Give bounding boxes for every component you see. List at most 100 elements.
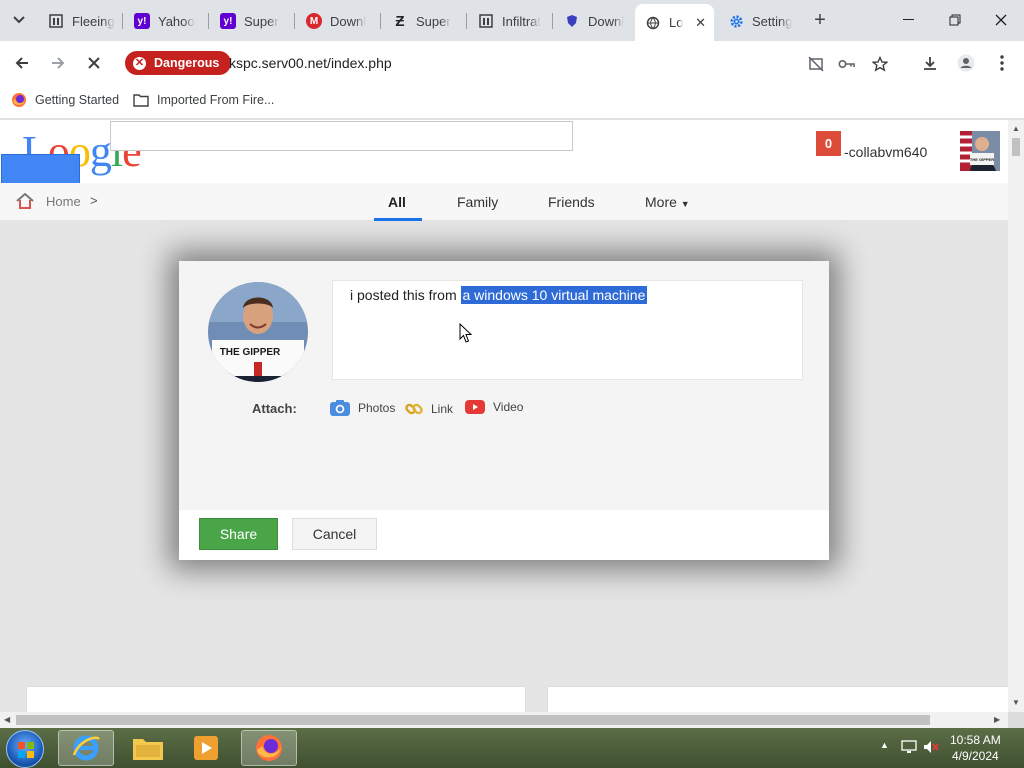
tab-title: Super (416, 13, 451, 29)
cast-blocked-icon[interactable] (807, 55, 825, 73)
stop-loading-button[interactable] (80, 49, 108, 77)
yahoo-icon: y! (134, 13, 150, 29)
feed-card (26, 686, 526, 712)
star-icon[interactable] (871, 55, 889, 73)
restore-button[interactable] (932, 6, 978, 34)
bookmarks-bar: Getting Started Imported From Fire... (0, 85, 1024, 119)
taskbar-internet-explorer[interactable] (58, 730, 114, 766)
header-blue-block[interactable] (1, 154, 80, 184)
tab-title: Yahoo (158, 13, 195, 29)
security-badge[interactable]: ✕ Dangerous (125, 51, 232, 75)
tab-family[interactable]: Family (457, 194, 498, 210)
scroll-right-arrow-icon[interactable]: ▶ (994, 715, 1000, 724)
post-text-input[interactable]: i posted this from a windows 10 virtual … (332, 280, 803, 380)
scroll-down-arrow-icon[interactable]: ▼ (1012, 698, 1020, 707)
page-icon (478, 13, 494, 29)
clock-date: 4/9/2024 (951, 749, 999, 763)
media-player-icon (194, 736, 218, 760)
firefox-icon (11, 92, 27, 108)
tab-title: Super (244, 13, 279, 29)
tab-title: Setting (752, 13, 793, 29)
page-viewport: Loogle 0 -collabvm640 THE GIPPER Home > … (0, 120, 1008, 712)
home-icon[interactable] (16, 192, 34, 212)
username[interactable]: -collabvm640 (844, 144, 927, 160)
scroll-left-arrow-icon[interactable]: ◀ (4, 715, 10, 724)
share-button[interactable]: Share (199, 518, 278, 550)
tab-more[interactable]: More ▼ (645, 194, 690, 210)
caret-down-icon: ▼ (680, 199, 690, 209)
download-icon (924, 57, 936, 70)
volume-muted-icon[interactable] (923, 740, 939, 757)
tab-6[interactable]: Downl (554, 6, 634, 36)
post-text-plain: i posted this from (350, 287, 461, 303)
bookmark-folder-imported[interactable]: Imported From Fire... (133, 92, 274, 108)
restore-icon (949, 14, 961, 26)
start-button[interactable] (6, 730, 44, 768)
attach-video-button[interactable]: Video (465, 400, 523, 414)
site-search-input[interactable] (110, 121, 573, 151)
forward-arrow-icon (52, 57, 65, 69)
attach-photos-button[interactable]: Photos (330, 400, 395, 416)
minimize-button[interactable] (886, 6, 932, 34)
new-tab-button[interactable]: + (808, 8, 832, 32)
attach-video-label: Video (493, 400, 524, 414)
tab-separator (380, 13, 381, 29)
tab-separator (294, 13, 295, 29)
system-clock[interactable]: 10:58 AM 4/9/2024 (950, 732, 1001, 764)
close-tab-icon[interactable]: ✕ (695, 15, 706, 31)
tab-2[interactable]: y! Super (210, 6, 294, 36)
tab-title: Lo (669, 15, 684, 30)
tab-search-dropdown[interactable] (6, 8, 32, 32)
bookmark-label: Imported From Fire... (157, 93, 275, 107)
tab-7-active[interactable]: Lo ✕ (635, 4, 714, 41)
tab-8[interactable]: Setting (718, 6, 802, 36)
tab-5[interactable]: Infiltrat (468, 6, 552, 36)
tab-0[interactable]: Fleeing (38, 6, 122, 36)
header-avatar[interactable]: THE GIPPER (960, 131, 1000, 171)
vertical-scrollbar[interactable]: ▲ ▼ (1008, 120, 1024, 712)
browser-toolbar: ✕ Dangerous kspc.serv00.net/index.php (0, 41, 1024, 85)
breadcrumb-home[interactable]: Home (46, 194, 81, 209)
cancel-button[interactable]: Cancel (292, 518, 377, 550)
tab-title: Fleeing (72, 13, 115, 29)
back-arrow-icon (15, 57, 28, 69)
network-icon[interactable] (901, 740, 917, 757)
breadcrumb-separator: > (90, 193, 98, 208)
address-bar[interactable]: ✕ Dangerous kspc.serv00.net/index.php (118, 46, 908, 80)
clock-time: 10:58 AM (950, 733, 1001, 747)
tab-separator (208, 13, 209, 29)
notification-badge[interactable]: 0 (816, 131, 841, 156)
attach-link-button[interactable]: Link (405, 400, 453, 418)
key-icon[interactable] (838, 55, 856, 73)
tab-friends[interactable]: Friends (548, 194, 595, 210)
tab-all[interactable]: All (388, 194, 406, 210)
bookmark-getting-started[interactable]: Getting Started (11, 92, 119, 108)
windows-taskbar: ▲ 10:58 AM 4/9/2024 (0, 728, 1024, 768)
tab-more-label: More (645, 194, 677, 210)
horizontal-scrollbar[interactable]: ◀ ▶ (0, 712, 1008, 728)
attach-photos-label: Photos (358, 401, 396, 415)
gear-icon (728, 13, 744, 29)
globe-icon (645, 15, 661, 31)
menu-button[interactable] (990, 51, 1014, 75)
tab-strip: Fleeing y! Yahoo y! Super M Downl Ƶ Supe… (0, 0, 1024, 41)
url-text[interactable]: kspc.serv00.net/index.php (229, 55, 392, 71)
logo-letter: g (89, 127, 112, 176)
taskbar-firefox[interactable] (241, 730, 297, 766)
back-button[interactable] (8, 49, 36, 77)
vertical-scroll-thumb[interactable] (1012, 138, 1020, 156)
scroll-up-arrow-icon[interactable]: ▲ (1012, 124, 1020, 133)
horizontal-scroll-thumb[interactable] (16, 715, 930, 725)
taskbar-file-explorer[interactable] (120, 730, 176, 766)
downloads-button[interactable] (918, 51, 942, 75)
profile-button[interactable] (954, 51, 978, 75)
tab-4[interactable]: Ƶ Super (382, 6, 466, 36)
folder-icon (133, 92, 149, 108)
show-hidden-icons-arrow-icon[interactable]: ▲ (880, 740, 889, 750)
close-window-button[interactable] (978, 6, 1024, 34)
taskbar-media-player[interactable] (178, 730, 234, 766)
forward-button[interactable] (44, 49, 72, 77)
link-icon (405, 400, 423, 418)
tab-3[interactable]: M Downl (296, 6, 380, 36)
tab-1[interactable]: y! Yahoo (124, 6, 208, 36)
